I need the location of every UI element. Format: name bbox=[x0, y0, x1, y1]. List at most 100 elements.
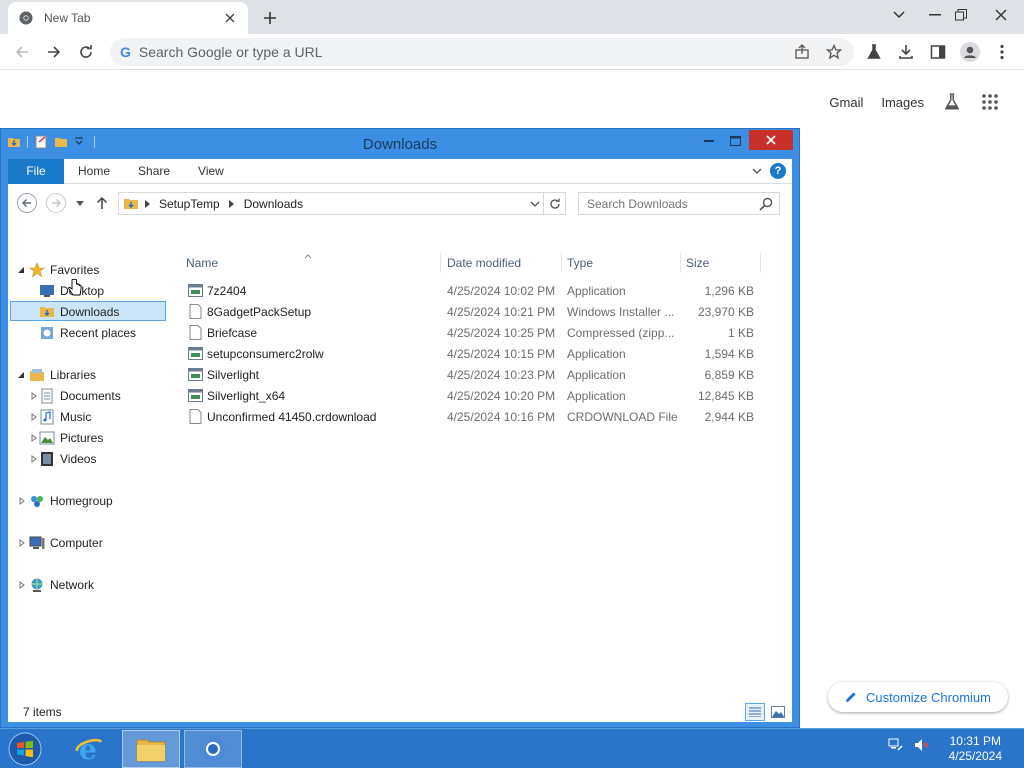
nav-downloads-label: Downloads bbox=[60, 305, 120, 319]
nav-downloads[interactable]: Downloads bbox=[38, 302, 119, 322]
internet-explorer-taskbar-icon[interactable]: e bbox=[60, 730, 118, 768]
taskbar-clock[interactable]: 10:31 PM 4/25/2024 bbox=[949, 734, 1002, 764]
explorer-window-title: Downloads bbox=[362, 136, 438, 153]
up-arrow-icon[interactable] bbox=[94, 194, 110, 212]
explorer-titlebar[interactable]: Downloads bbox=[1, 129, 799, 159]
side-panel-icon[interactable] bbox=[926, 40, 950, 64]
forward-arrow-icon[interactable] bbox=[42, 40, 66, 64]
table-row[interactable]: 8GadgetPackSetup 4/25/2024 10:21 PM Wind… bbox=[180, 301, 780, 322]
expanded-triangle-icon[interactable] bbox=[16, 265, 26, 275]
search-input[interactable] bbox=[587, 196, 757, 211]
column-divider[interactable] bbox=[561, 253, 562, 273]
back-arrow-icon[interactable] bbox=[10, 40, 34, 64]
nav-computer[interactable]: Computer bbox=[28, 533, 103, 553]
volume-muted-icon[interactable] bbox=[914, 737, 930, 753]
tab-close-icon[interactable] bbox=[222, 10, 238, 26]
nav-music[interactable]: Music bbox=[38, 407, 91, 427]
nav-favorites-label: Favorites bbox=[50, 263, 100, 277]
share-icon[interactable] bbox=[794, 44, 810, 60]
breadcrumb-downloads[interactable]: Downloads bbox=[240, 197, 307, 211]
file-size: 6,859 KB bbox=[704, 368, 754, 382]
start-button[interactable] bbox=[4, 731, 46, 767]
explorer-close-button[interactable] bbox=[749, 130, 793, 150]
column-header-size[interactable]: Size bbox=[686, 253, 709, 273]
file-date: 4/25/2024 10:02 PM bbox=[447, 284, 556, 298]
table-row[interactable]: Unconfirmed 41450.crdownload 4/25/2024 1… bbox=[180, 406, 780, 427]
clock-time: 10:31 PM bbox=[949, 734, 1001, 748]
file-type: CRDOWNLOAD File bbox=[567, 410, 678, 424]
explorer-forward-button[interactable] bbox=[46, 193, 66, 213]
download-icon[interactable] bbox=[894, 40, 918, 64]
gmail-link[interactable]: Gmail bbox=[829, 95, 863, 110]
column-divider[interactable] bbox=[760, 253, 761, 273]
browser-restore-button[interactable] bbox=[948, 4, 974, 26]
reload-icon[interactable] bbox=[74, 40, 98, 64]
nav-network[interactable]: Network bbox=[28, 575, 94, 595]
file-date: 4/25/2024 10:23 PM bbox=[447, 368, 556, 382]
ribbon-tab-view[interactable]: View bbox=[184, 164, 238, 178]
ribbon-expand-chevron-icon[interactable] bbox=[750, 164, 764, 178]
expanded-triangle-icon[interactable] bbox=[16, 370, 26, 380]
table-row[interactable]: Briefcase 4/25/2024 10:25 PM Compressed … bbox=[180, 322, 780, 343]
nav-homegroup[interactable]: Homegroup bbox=[28, 491, 113, 511]
nav-favorites[interactable]: Favorites bbox=[28, 260, 99, 280]
labs-flask-icon[interactable] bbox=[862, 40, 886, 64]
collapsed-triangle-icon[interactable] bbox=[17, 496, 27, 506]
address-history-chevron-icon[interactable] bbox=[527, 196, 543, 212]
breadcrumb-arrow-icon[interactable] bbox=[224, 196, 240, 212]
browser-tab[interactable]: New Tab bbox=[8, 2, 248, 34]
table-row[interactable]: setupconsumerc2rolw 4/25/2024 10:15 PM A… bbox=[180, 343, 780, 364]
explorer-back-button[interactable] bbox=[17, 193, 37, 213]
file-list: Name Date modified Type Size 7z2404 4/25… bbox=[180, 225, 790, 705]
address-bar[interactable]: SetupTemp Downloads bbox=[118, 192, 566, 215]
search-icon[interactable] bbox=[759, 197, 773, 211]
table-row[interactable]: Silverlight 4/25/2024 10:23 PM Applicati… bbox=[180, 364, 780, 385]
large-icons-view-icon[interactable] bbox=[770, 703, 786, 721]
file-type: Compressed (zipp... bbox=[567, 326, 675, 340]
ribbon-tab-file[interactable]: File bbox=[8, 158, 64, 184]
table-row[interactable]: Silverlight_x64 4/25/2024 10:20 PM Appli… bbox=[180, 385, 780, 406]
browser-close-button[interactable] bbox=[988, 4, 1014, 26]
chromium-taskbar-icon[interactable] bbox=[184, 730, 242, 768]
explorer-minimize-button[interactable] bbox=[697, 131, 721, 151]
tab-search-chevron-icon[interactable] bbox=[886, 4, 912, 26]
refresh-icon[interactable] bbox=[543, 193, 565, 214]
breadcrumb-arrow-icon[interactable] bbox=[139, 196, 155, 212]
chrome-favicon-icon bbox=[18, 10, 34, 26]
labs-flask-icon[interactable] bbox=[942, 92, 962, 112]
collapsed-triangle-icon[interactable] bbox=[17, 538, 27, 548]
table-row[interactable]: 7z2404 4/25/2024 10:02 PM Application 1,… bbox=[180, 280, 780, 301]
ribbon-tab-home[interactable]: Home bbox=[64, 164, 124, 178]
file-date: 4/25/2024 10:25 PM bbox=[447, 326, 556, 340]
ribbon-tab-share[interactable]: Share bbox=[124, 164, 184, 178]
network-tray-icon[interactable] bbox=[888, 737, 904, 753]
bookmark-star-icon[interactable] bbox=[825, 43, 843, 60]
breadcrumb-setuptemp[interactable]: SetupTemp bbox=[155, 197, 224, 211]
nav-pictures[interactable]: Pictures bbox=[38, 428, 103, 448]
nav-recent-places[interactable]: Recent places bbox=[38, 323, 136, 343]
search-box[interactable] bbox=[578, 192, 780, 215]
profile-avatar-icon[interactable] bbox=[958, 40, 982, 64]
column-divider[interactable] bbox=[440, 253, 441, 273]
recent-locations-chevron-icon[interactable] bbox=[74, 197, 86, 209]
nav-videos[interactable]: Videos bbox=[38, 449, 96, 469]
browser-minimize-button[interactable] bbox=[922, 4, 948, 26]
help-icon[interactable]: ? bbox=[770, 163, 786, 179]
nav-libraries[interactable]: Libraries bbox=[28, 365, 96, 385]
new-tab-button[interactable] bbox=[258, 7, 282, 29]
file-date: 4/25/2024 10:16 PM bbox=[447, 410, 556, 424]
collapsed-triangle-icon[interactable] bbox=[17, 580, 27, 590]
column-header-type[interactable]: Type bbox=[567, 253, 593, 273]
details-view-icon[interactable] bbox=[745, 703, 765, 721]
customize-chromium-button[interactable]: Customize Chromium bbox=[828, 682, 1008, 712]
omnibox[interactable]: G Search Google or type a URL bbox=[110, 38, 854, 66]
images-link[interactable]: Images bbox=[881, 95, 924, 110]
explorer-maximize-button[interactable] bbox=[723, 131, 747, 151]
menu-kebab-icon[interactable] bbox=[990, 40, 1014, 64]
file-explorer-taskbar-icon[interactable] bbox=[122, 730, 180, 768]
column-header-date[interactable]: Date modified bbox=[447, 253, 521, 273]
column-header-name[interactable]: Name bbox=[186, 253, 218, 273]
nav-documents[interactable]: Documents bbox=[38, 386, 121, 406]
apps-grid-icon[interactable] bbox=[980, 92, 1000, 112]
column-divider[interactable] bbox=[680, 253, 681, 273]
